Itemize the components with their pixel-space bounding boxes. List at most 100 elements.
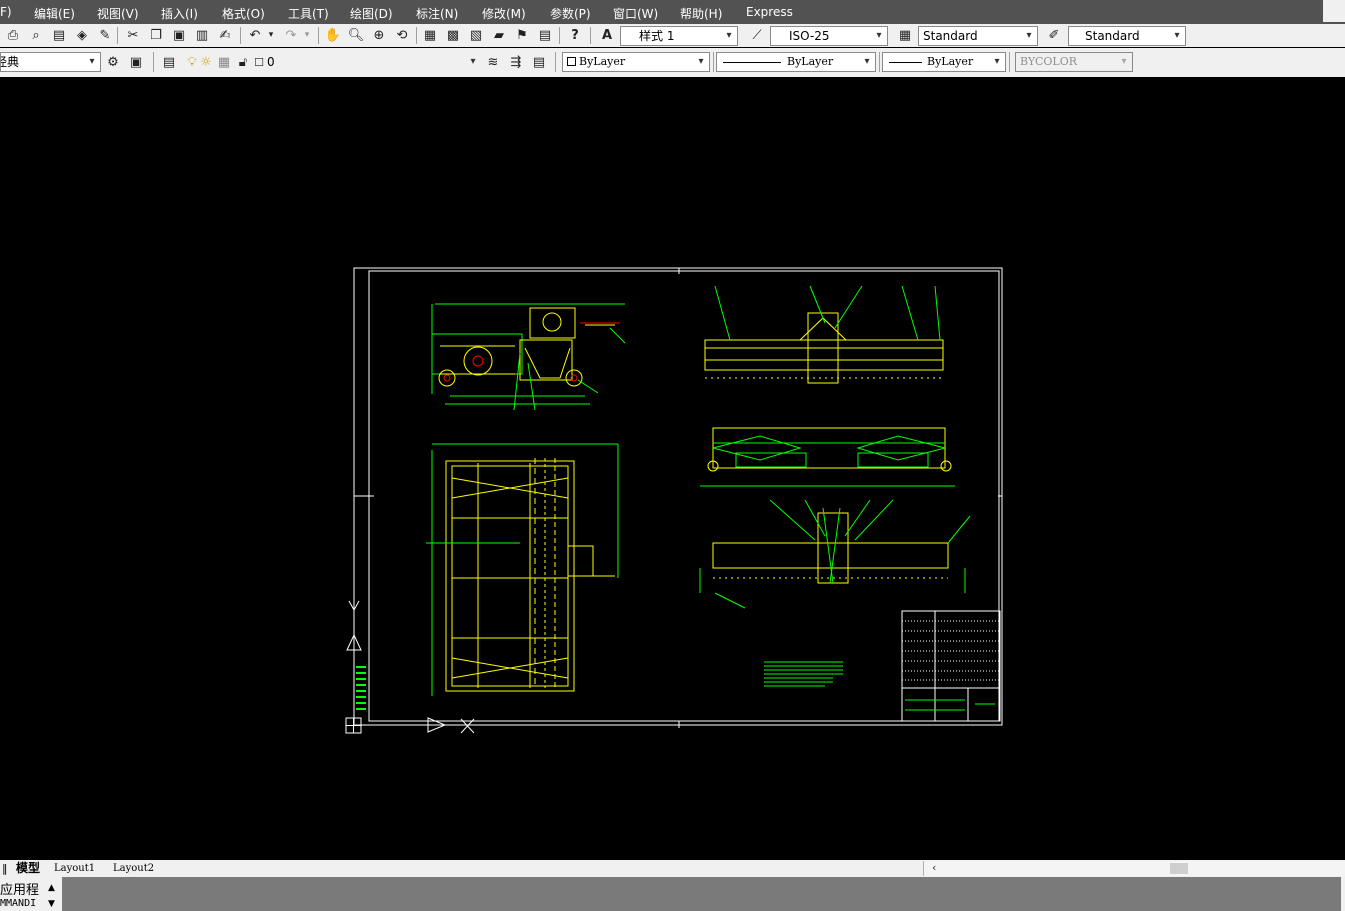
separator xyxy=(153,52,154,72)
block-editor-icon[interactable]: ✍ xyxy=(216,26,234,44)
layer-value: 0 xyxy=(267,55,275,69)
chevron-down-icon[interactable]: ▾ xyxy=(467,53,479,71)
etransmit-icon[interactable]: ✎ xyxy=(96,26,114,44)
cut-icon[interactable]: ✂ xyxy=(124,26,142,44)
pan-icon[interactable]: ✋ xyxy=(324,26,342,44)
chevron-down-icon[interactable]: ▾ xyxy=(991,53,1003,71)
make-object-layer-current-icon[interactable]: ≋ xyxy=(484,53,502,71)
scrollbar-thumb[interactable] xyxy=(1170,863,1188,874)
layer-thaw-icon[interactable]: ☼ xyxy=(197,53,215,71)
dim-style-combo[interactable]: ISO-25 ▾ xyxy=(770,26,888,46)
menu-window[interactable]: 窗口(W) xyxy=(613,5,658,22)
match-properties-icon[interactable]: ▥ xyxy=(193,26,211,44)
plotstyle-value: BYCOLOR xyxy=(1020,55,1077,68)
tab-layout2[interactable]: Layout2 xyxy=(110,861,157,876)
copy-icon[interactable]: ❐ xyxy=(147,26,165,44)
separator xyxy=(318,27,319,44)
autocad-window: F) 编辑(E) 视图(V) 插入(I) 格式(O) 工具(T) 绘图(D) 标… xyxy=(0,0,1345,911)
separator xyxy=(879,52,880,72)
menu-format[interactable]: 格式(O) xyxy=(222,5,265,22)
ucs-scale-bars xyxy=(356,666,366,710)
top-view xyxy=(700,427,955,487)
menu-view[interactable]: 视图(V) xyxy=(97,5,139,22)
tab-layout1[interactable]: Layout1 xyxy=(51,861,98,876)
menu-express[interactable]: Express xyxy=(746,5,793,19)
table-style-combo[interactable]: Standard ▾ xyxy=(918,26,1038,46)
drawing-area[interactable] xyxy=(0,78,1345,860)
print-preview-icon[interactable]: ⌕ xyxy=(27,26,45,44)
publish-icon[interactable]: ▤ xyxy=(50,26,68,44)
tab-nav-arrow[interactable]: ‖ xyxy=(0,861,10,876)
paste-icon[interactable]: ▣ xyxy=(170,26,188,44)
chevron-down-icon[interactable]: ▼ xyxy=(48,899,55,909)
menu-modify[interactable]: 修改(M) xyxy=(482,5,526,22)
design-center-icon[interactable]: ▩ xyxy=(444,26,462,44)
layer-viewport-icon[interactable]: ▦ xyxy=(215,53,233,71)
text-style-icon[interactable]: A xyxy=(598,26,616,44)
redo-dropdown-icon[interactable]: ▾ xyxy=(302,26,312,44)
command-history-panel[interactable]: 应用程 MMANDI ▲ ▼ xyxy=(0,877,62,911)
quickcalc-icon[interactable]: ▤ xyxy=(536,26,554,44)
workspace-combo[interactable]: 经典 ▾ xyxy=(0,52,101,72)
menu-edit[interactable]: 编辑(E) xyxy=(34,5,75,22)
menu-insert[interactable]: 插入(I) xyxy=(161,5,198,22)
scroll-left-icon[interactable]: ‹ xyxy=(932,861,936,874)
chevron-up-icon[interactable]: ▲ xyxy=(48,883,55,893)
table-style-icon[interactable]: ▦ xyxy=(896,26,914,44)
zoom-window-icon[interactable]: ⊕ xyxy=(370,26,388,44)
chevron-down-icon[interactable]: ▾ xyxy=(873,27,885,45)
redo-icon[interactable]: ↷ xyxy=(282,26,300,44)
tab-model[interactable]: 模型 xyxy=(13,861,43,876)
menu-file[interactable]: F) xyxy=(0,5,12,19)
zoom-realtime-icon[interactable]: 🔍︎ xyxy=(347,26,365,44)
menu-tools[interactable]: 工具(T) xyxy=(288,5,329,22)
horizontal-scrollbar[interactable]: ‹ xyxy=(923,861,1345,876)
print-icon[interactable]: ⎙ xyxy=(4,26,22,44)
chevron-down-icon[interactable]: ▾ xyxy=(1118,53,1130,71)
layer-combo[interactable]: 0 ▾ xyxy=(262,52,482,72)
layer-properties-icon[interactable]: ▤ xyxy=(160,53,178,71)
chevron-down-icon[interactable]: ▾ xyxy=(695,53,707,71)
text-style-combo[interactable]: 样式 1 ▾ xyxy=(620,26,738,46)
3d-dwf-icon[interactable]: ◈ xyxy=(73,26,91,44)
plotstyle-combo[interactable]: BYCOLOR ▾ xyxy=(1015,52,1133,72)
properties-icon[interactable]: ▦ xyxy=(421,26,439,44)
help-icon[interactable]: ? xyxy=(566,26,584,44)
window-control-area xyxy=(1323,0,1345,22)
title-block xyxy=(901,610,1001,722)
dim-style-value: ISO-25 xyxy=(789,29,830,43)
menu-dimension[interactable]: 标注(N) xyxy=(416,5,458,22)
undo-icon[interactable]: ↶ xyxy=(246,26,264,44)
menu-help[interactable]: 帮助(H) xyxy=(680,5,722,22)
layer-state-icon[interactable]: ▤ xyxy=(530,53,548,71)
chevron-down-icon[interactable]: ▾ xyxy=(1023,27,1035,45)
sheet-set-icon[interactable]: ▰ xyxy=(490,26,508,44)
workspace-settings-icon[interactable]: ⚙ xyxy=(104,53,122,71)
clean-screen-icon[interactable]: ▣ xyxy=(127,53,145,71)
chevron-down-icon[interactable]: ▾ xyxy=(1171,27,1183,45)
workspace-value: 经典 xyxy=(1,55,20,69)
separator xyxy=(559,27,560,44)
dimension-style-icon[interactable]: ⟋ xyxy=(748,26,766,44)
linetype-combo[interactable]: ByLayer ▾ xyxy=(716,52,876,72)
technical-notes xyxy=(764,661,843,687)
text-style-value: 样式 1 xyxy=(639,29,675,43)
menu-parametric[interactable]: 参数(P) xyxy=(550,5,591,22)
layer-previous-icon[interactable]: ⇶ xyxy=(507,53,525,71)
undo-dropdown-icon[interactable]: ▾ xyxy=(266,26,276,44)
chevron-down-icon[interactable]: ▾ xyxy=(861,53,873,71)
lineweight-combo[interactable]: ByLayer ▾ xyxy=(882,52,1006,72)
chevron-down-icon[interactable]: ▾ xyxy=(723,27,735,45)
multileader-style-combo[interactable]: Standard ▾ xyxy=(1068,26,1186,46)
tool-palettes-icon[interactable]: ▧ xyxy=(467,26,485,44)
color-combo[interactable]: ByLayer ▾ xyxy=(562,52,710,72)
zoom-previous-icon[interactable]: ⟲ xyxy=(393,26,411,44)
lineweight-preview xyxy=(889,62,922,63)
plan-view xyxy=(426,443,619,696)
separator xyxy=(416,27,417,44)
markup-icon[interactable]: ⚑ xyxy=(513,26,531,44)
multileader-style-icon[interactable]: ✐ xyxy=(1045,26,1063,44)
chevron-down-icon[interactable]: ▾ xyxy=(86,53,98,71)
lineweight-value: ByLayer xyxy=(927,55,974,68)
menu-draw[interactable]: 绘图(D) xyxy=(350,5,393,22)
